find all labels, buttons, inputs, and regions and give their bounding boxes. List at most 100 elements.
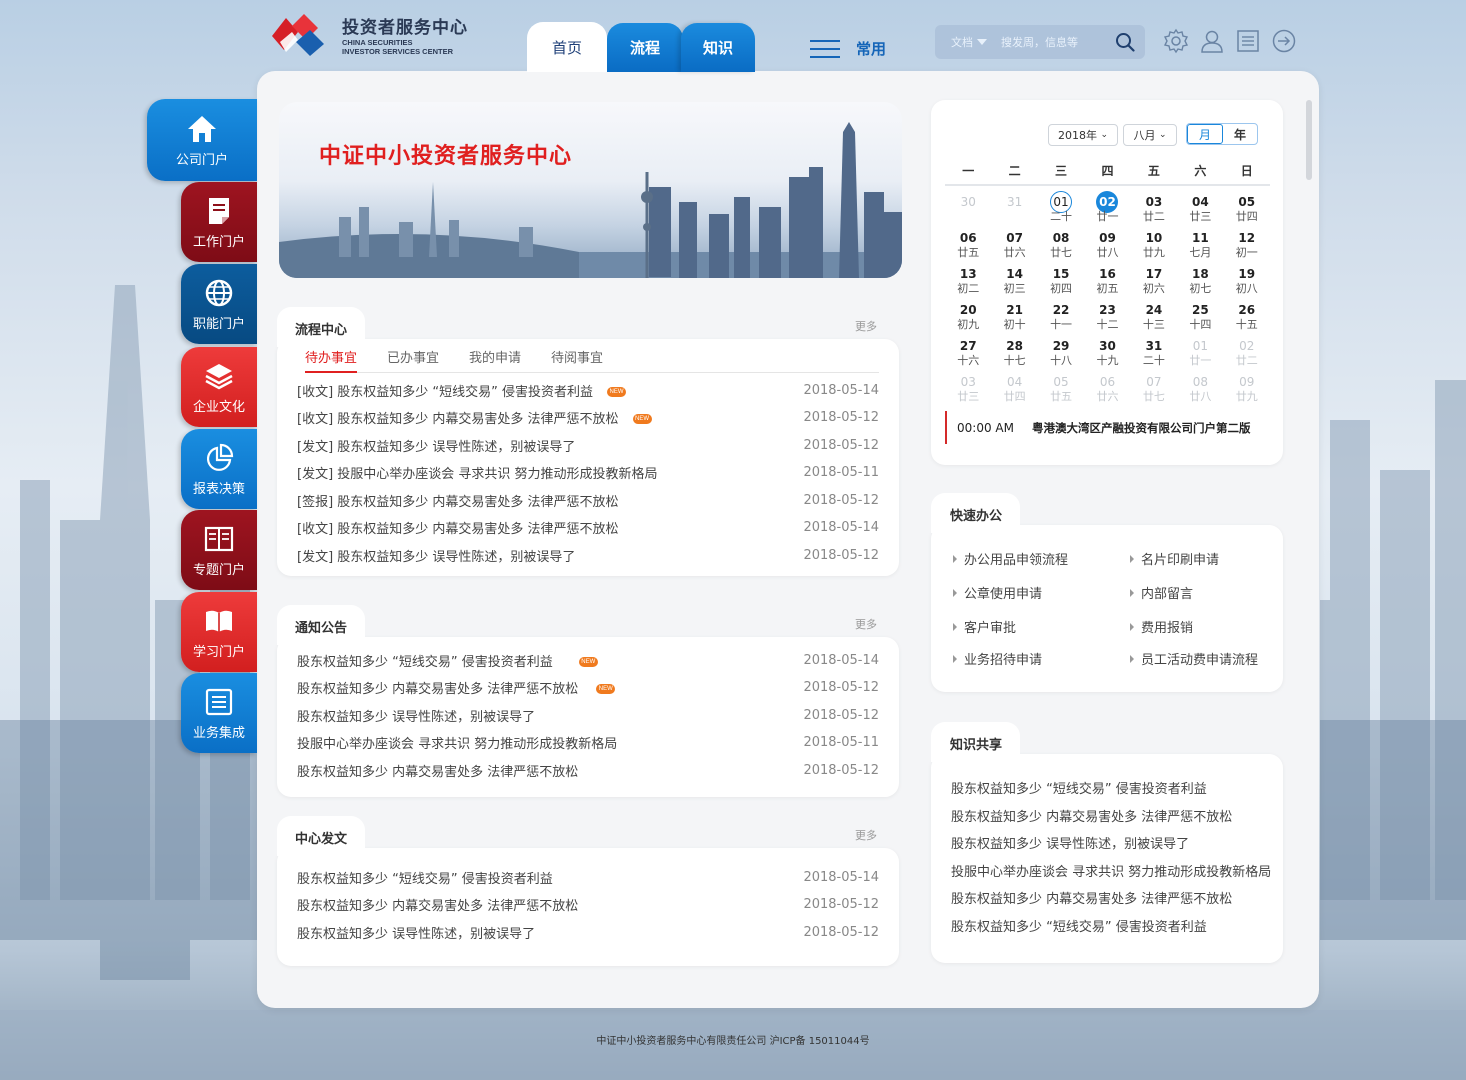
list-item[interactable]: [签报] 股东权益知多少 内幕交易害处多 法律严惩不放松 2018-05-12 bbox=[297, 490, 879, 510]
list-item[interactable]: [发文] 股东权益知多少 误导性陈述，别被误导了 2018-05-12 bbox=[297, 435, 879, 455]
month-select[interactable]: 八月 ⌄ bbox=[1123, 124, 1177, 146]
calendar-day[interactable]: 10 廿九 bbox=[1131, 227, 1177, 263]
calendar-day[interactable]: 31 二十 bbox=[1131, 335, 1177, 371]
list-item[interactable]: 投服中心举办座谈会 寻求共识 努力推动形成投教新格局 bbox=[951, 861, 1271, 880]
common-menu-button[interactable]: 常用 bbox=[810, 38, 886, 59]
calendar-day[interactable]: 17 初六 bbox=[1131, 263, 1177, 299]
more-link[interactable]: 更多 bbox=[855, 318, 877, 334]
search-icon[interactable] bbox=[1115, 32, 1135, 52]
calendar-day[interactable]: 08 廿七 bbox=[1038, 227, 1084, 263]
subtab-todo[interactable]: 待办事宜 bbox=[305, 345, 358, 373]
list-item[interactable]: [收文] 股东权益知多少 内幕交易害处多 法律严惩不放松 NEW 2018-05-1… bbox=[297, 407, 879, 427]
list-item[interactable]: [收文] 股东权益知多少 内幕交易害处多 法律严惩不放松 2018-05-14 bbox=[297, 517, 879, 537]
calendar-day[interactable]: 09 廿九 bbox=[1224, 371, 1270, 407]
calendar-event[interactable]: 00:00 AM 粤港澳大湾区产融投资有限公司门户第二版 bbox=[945, 411, 1265, 444]
calendar-day[interactable]: 22 十一 bbox=[1038, 299, 1084, 335]
sidenav-business-integration[interactable]: 业务集成 bbox=[181, 673, 257, 753]
list-item[interactable]: 股东权益知多少 内幕交易害处多 法律严惩不放松 bbox=[951, 806, 1232, 825]
calendar-day[interactable]: 21 初十 bbox=[991, 299, 1037, 335]
quick-link[interactable]: 费用报销 bbox=[1130, 617, 1193, 636]
calendar-day[interactable]: 23 十二 bbox=[1084, 299, 1130, 335]
sidenav-learning[interactable]: 学习门户 bbox=[181, 592, 257, 672]
list-item[interactable]: 股东权益知多少 内幕交易害处多 法律严惩不放松 NEW 2018-05-12 bbox=[297, 677, 879, 697]
subtab-to-read[interactable]: 待阅事宜 bbox=[551, 345, 603, 373]
search-category-select[interactable]: 文档 bbox=[951, 34, 987, 50]
calendar-day[interactable]: 05 廿四 bbox=[1224, 191, 1270, 227]
calendar-day[interactable]: 29 十八 bbox=[1038, 335, 1084, 371]
calendar-day[interactable]: 16 初五 bbox=[1084, 263, 1130, 299]
calendar-day[interactable]: 02 廿一 bbox=[1084, 191, 1130, 227]
list-item[interactable]: 股东权益知多少 误导性陈述，别被误导了 bbox=[951, 833, 1189, 852]
list-item[interactable]: 股东权益知多少 “短线交易” 侵害投资者利益 2018-05-14 bbox=[297, 867, 879, 887]
calendar-day[interactable]: 09 廿八 bbox=[1084, 227, 1130, 263]
list-item[interactable]: [收文] 股东权益知多少 “短线交易” 侵害投资者利益 NEW 2018-05-14 bbox=[297, 380, 879, 400]
quick-link[interactable]: 公章使用申请 bbox=[953, 583, 1042, 602]
calendar-day[interactable]: 07 廿七 bbox=[1131, 371, 1177, 407]
list-item[interactable]: [发文] 投服中心举办座谈会 寻求共识 努力推动形成投教新格局 2018-05-1… bbox=[297, 462, 879, 482]
view-year-button[interactable]: 年 bbox=[1223, 124, 1257, 144]
calendar-day[interactable]: 07 廿六 bbox=[991, 227, 1037, 263]
calendar-day[interactable]: 27 十六 bbox=[945, 335, 991, 371]
list-item[interactable]: 股东权益知多少 “短线交易” 侵害投资者利益 bbox=[951, 916, 1207, 935]
calendar-day[interactable]: 20 初九 bbox=[945, 299, 991, 335]
list-icon[interactable] bbox=[1235, 28, 1261, 54]
scrollbar-thumb[interactable] bbox=[1306, 100, 1312, 180]
list-item[interactable]: 股东权益知多少 误导性陈述，别被误导了 2018-05-12 bbox=[297, 705, 879, 725]
quick-link[interactable]: 内部留言 bbox=[1130, 583, 1193, 602]
list-item[interactable]: 股东权益知多少 “短线交易” 侵害投资者利益 NEW 2018-05-14 bbox=[297, 650, 879, 670]
quick-link[interactable]: 业务招待申请 bbox=[953, 649, 1042, 668]
quick-link[interactable]: 名片印刷申请 bbox=[1130, 549, 1219, 568]
calendar-day[interactable]: 04 廿四 bbox=[991, 371, 1037, 407]
calendar-day[interactable]: 08 廿八 bbox=[1177, 371, 1223, 407]
year-select[interactable]: 2018年 ⌄ bbox=[1048, 124, 1118, 146]
user-icon[interactable] bbox=[1199, 28, 1225, 54]
quick-link[interactable]: 办公用品申领流程 bbox=[953, 549, 1068, 568]
list-item[interactable]: 股东权益知多少 内幕交易害处多 法律严惩不放松 2018-05-12 bbox=[297, 894, 879, 914]
sidenav-work-portal[interactable]: 工作门户 bbox=[181, 182, 257, 262]
calendar-day[interactable]: 01 二十 bbox=[1038, 191, 1084, 227]
calendar-day[interactable]: 06 廿六 bbox=[1084, 371, 1130, 407]
calendar-day[interactable]: 05 廿五 bbox=[1038, 371, 1084, 407]
tab-process[interactable]: 流程 bbox=[607, 23, 683, 72]
calendar-day[interactable]: 12 初一 bbox=[1224, 227, 1270, 263]
list-item[interactable]: 股东权益知多少 “短线交易” 侵害投资者利益 bbox=[951, 778, 1207, 797]
search-input[interactable]: 搜发周，信息等 bbox=[1001, 34, 1078, 50]
calendar-day[interactable]: 03 廿三 bbox=[945, 371, 991, 407]
tab-home[interactable]: 首页 bbox=[527, 22, 607, 72]
calendar-day[interactable]: 15 初四 bbox=[1038, 263, 1084, 299]
quick-link[interactable]: 客户审批 bbox=[953, 617, 1016, 636]
list-item[interactable]: 股东权益知多少 误导性陈述，别被误导了 2018-05-12 bbox=[297, 922, 879, 942]
calendar-day[interactable]: 13 初二 bbox=[945, 263, 991, 299]
calendar-day[interactable]: 14 初三 bbox=[991, 263, 1037, 299]
logout-icon[interactable] bbox=[1271, 28, 1297, 54]
list-item[interactable]: 股东权益知多少 内幕交易害处多 法律严惩不放松 bbox=[951, 888, 1232, 907]
calendar-day[interactable]: 31 bbox=[991, 191, 1037, 227]
calendar-day[interactable]: 25 十四 bbox=[1177, 299, 1223, 335]
calendar-day[interactable]: 28 十七 bbox=[991, 335, 1037, 371]
quick-link[interactable]: 员工活动费申请流程 bbox=[1130, 649, 1258, 668]
view-month-button[interactable]: 月 bbox=[1187, 124, 1223, 144]
calendar-day[interactable]: 11 七月 bbox=[1177, 227, 1223, 263]
calendar-day[interactable]: 30 bbox=[945, 191, 991, 227]
list-item[interactable]: 股东权益知多少 内幕交易害处多 法律严惩不放松 2018-05-12 bbox=[297, 760, 879, 780]
subtab-done[interactable]: 已办事宜 bbox=[387, 345, 439, 373]
calendar-day[interactable]: 06 廿五 bbox=[945, 227, 991, 263]
calendar-day[interactable]: 19 初八 bbox=[1224, 263, 1270, 299]
tab-knowledge[interactable]: 知识 bbox=[681, 23, 755, 72]
sidenav-company-portal[interactable]: 公司门户 bbox=[147, 99, 257, 181]
sidenav-topics[interactable]: 专题门户 bbox=[181, 510, 257, 590]
more-link[interactable]: 更多 bbox=[855, 827, 877, 843]
calendar-day[interactable]: 03 廿二 bbox=[1131, 191, 1177, 227]
calendar-day[interactable]: 26 十五 bbox=[1224, 299, 1270, 335]
calendar-day[interactable]: 30 十九 bbox=[1084, 335, 1130, 371]
logo[interactable]: 投资者服务中心 CHINA SECURITIES INVESTOR SERVIC… bbox=[268, 12, 498, 56]
more-link[interactable]: 更多 bbox=[855, 616, 877, 632]
gear-icon[interactable] bbox=[1163, 28, 1189, 54]
calendar-day[interactable]: 02 廿二 bbox=[1224, 335, 1270, 371]
calendar-day[interactable]: 04 廿三 bbox=[1177, 191, 1223, 227]
list-item[interactable]: [发文] 股东权益知多少 误导性陈述，别被误导了 2018-05-12 bbox=[297, 545, 879, 565]
sidenav-function-portal[interactable]: 职能门户 bbox=[181, 264, 257, 344]
hero-banner[interactable]: 中证中小投资者服务中心 bbox=[279, 102, 902, 278]
subtab-my-requests[interactable]: 我的申请 bbox=[469, 345, 521, 373]
sidenav-culture[interactable]: 企业文化 bbox=[181, 347, 257, 427]
